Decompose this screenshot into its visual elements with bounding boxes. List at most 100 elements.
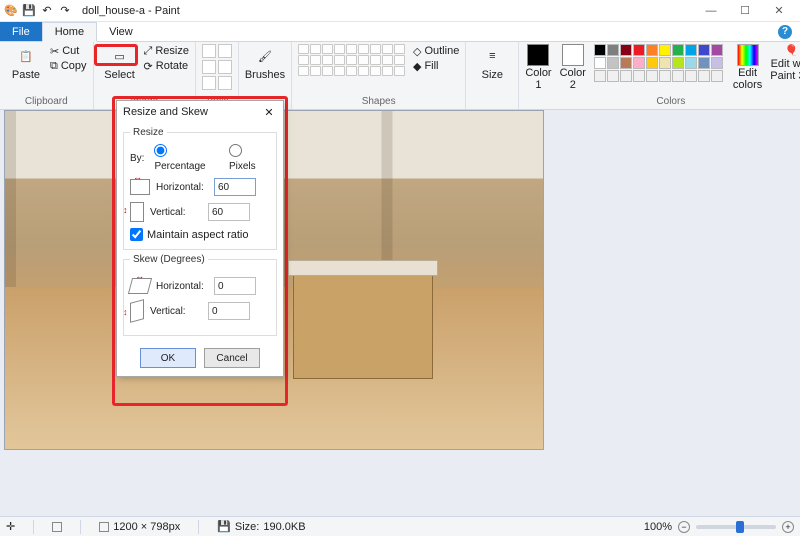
dialog-close-icon[interactable]: ✕: [261, 106, 277, 119]
group-clipboard: 📋 Paste ✂Cut ⧉Copy Clipboard: [0, 42, 94, 109]
tab-home[interactable]: Home: [42, 22, 97, 42]
save-icon[interactable]: 💾: [22, 4, 36, 18]
group-brushes: 🖌 Brushes: [239, 42, 292, 109]
edit-colors-button[interactable]: Edit colors: [733, 44, 762, 91]
palette-swatch[interactable]: [620, 57, 632, 69]
palette-swatch[interactable]: [620, 70, 632, 82]
edit-colors-icon: [737, 44, 759, 66]
cancel-button[interactable]: Cancel: [204, 348, 260, 368]
maximize-button[interactable]: ☐: [728, 0, 762, 22]
radio-percentage[interactable]: Percentage: [154, 144, 219, 172]
brush-icon: 🖌: [252, 44, 278, 68]
skew-horizontal-input[interactable]: [214, 277, 256, 295]
undo-icon[interactable]: ↶: [40, 4, 54, 18]
selection-icon: [52, 522, 62, 532]
palette-swatch[interactable]: [620, 44, 632, 56]
document-name: doll_house-a: [82, 5, 145, 17]
palette-swatch[interactable]: [672, 70, 684, 82]
fill-icon: ◆: [413, 60, 421, 73]
close-button[interactable]: ✕: [762, 0, 796, 22]
resize-h-icon: ↔: [130, 179, 150, 195]
palette-swatch[interactable]: [698, 57, 710, 69]
palette-swatch[interactable]: [698, 70, 710, 82]
palette-swatch[interactable]: [607, 70, 619, 82]
palette-swatch[interactable]: [633, 70, 645, 82]
palette-swatch[interactable]: [659, 57, 671, 69]
tool-grid[interactable]: [202, 44, 232, 90]
resize-horizontal-input[interactable]: [214, 178, 256, 196]
resize-vertical-input[interactable]: [208, 203, 250, 221]
shape-gallery[interactable]: [298, 44, 405, 76]
shape-fill-button[interactable]: ◆Fill: [413, 59, 459, 73]
radio-pixels[interactable]: Pixels: [229, 144, 270, 172]
palette-swatch[interactable]: [594, 57, 606, 69]
paste-button[interactable]: 📋 Paste: [6, 44, 46, 81]
select-button[interactable]: ▭ Select: [100, 44, 140, 81]
shape-outline-button[interactable]: ◇Outline: [413, 44, 459, 58]
window-controls: — ☐ ✕: [694, 0, 796, 22]
palette-swatch[interactable]: [594, 70, 606, 82]
quick-access-toolbar: 🎨 💾 ↶ ↷: [4, 4, 72, 18]
copy-button[interactable]: ⧉Copy: [50, 59, 87, 73]
palette-swatch[interactable]: [607, 57, 619, 69]
dialog-titlebar[interactable]: Resize and Skew ✕: [117, 101, 283, 123]
palette-swatch[interactable]: [711, 44, 723, 56]
app-icon: 🎨: [4, 4, 18, 18]
palette-swatch[interactable]: [594, 44, 606, 56]
title-bar: 🎨 💾 ↶ ↷ doll_house-a - Paint — ☐ ✕: [0, 0, 800, 22]
size-icon: ≡: [479, 44, 505, 68]
palette-swatch[interactable]: [646, 70, 658, 82]
palette-swatch[interactable]: [607, 44, 619, 56]
outline-icon: ◇: [413, 45, 421, 58]
palette-swatch[interactable]: [685, 44, 697, 56]
palette-swatch[interactable]: [711, 57, 723, 69]
tab-file[interactable]: File: [0, 22, 42, 41]
palette-swatch[interactable]: [711, 70, 723, 82]
rotate-icon: ⟳: [144, 60, 153, 73]
color1-button[interactable]: Color 1: [525, 44, 551, 91]
palette-swatch[interactable]: [646, 57, 658, 69]
resize-button[interactable]: ⤢Resize: [144, 44, 189, 58]
dialog-title: Resize and Skew: [123, 106, 208, 118]
crosshair-icon: ✛: [6, 520, 15, 533]
palette-swatch[interactable]: [698, 44, 710, 56]
file-size: 💾Size: 190.0KB: [217, 520, 305, 533]
app-name: Paint: [155, 5, 180, 17]
palette-swatch[interactable]: [685, 57, 697, 69]
skew-vertical-input[interactable]: [208, 302, 250, 320]
palette-swatch[interactable]: [633, 57, 645, 69]
zoom-slider[interactable]: [696, 525, 776, 529]
maintain-aspect-checkbox[interactable]: Maintain aspect ratio: [130, 228, 270, 241]
ok-button[interactable]: OK: [140, 348, 196, 368]
group-size: ≡ Size: [466, 42, 519, 109]
palette-swatch[interactable]: [672, 44, 684, 56]
cut-button[interactable]: ✂Cut: [50, 44, 87, 58]
color1-swatch: [527, 44, 549, 66]
palette-swatch[interactable]: [646, 44, 658, 56]
size-button[interactable]: ≡ Size: [472, 44, 512, 81]
redo-icon[interactable]: ↷: [58, 4, 72, 18]
zoom-in-button[interactable]: +: [782, 521, 794, 533]
zoom-level: 100%: [644, 521, 672, 533]
dimensions-icon: [99, 522, 109, 532]
group-tools: Tools: [196, 42, 239, 109]
help-icon: ?: [778, 25, 792, 39]
zoom-out-button[interactable]: −: [678, 521, 690, 533]
brushes-button[interactable]: 🖌 Brushes: [245, 44, 285, 81]
disk-icon: 💾: [217, 520, 231, 533]
palette-swatch[interactable]: [633, 44, 645, 56]
palette-swatch[interactable]: [659, 70, 671, 82]
help-button[interactable]: ?: [770, 22, 800, 41]
minimize-button[interactable]: —: [694, 0, 728, 22]
skew-v-icon: ↕: [130, 299, 144, 323]
resize-skew-dialog: Resize and Skew ✕ Resize By: Percentage …: [116, 100, 284, 377]
palette-swatch[interactable]: [685, 70, 697, 82]
color-palette[interactable]: [594, 44, 723, 82]
tab-view[interactable]: View: [97, 22, 145, 41]
rotate-button[interactable]: ⟳Rotate: [144, 59, 189, 73]
color2-button[interactable]: Color 2: [560, 44, 586, 91]
palette-swatch[interactable]: [659, 44, 671, 56]
group-shapes: ◇Outline ◆Fill Shapes: [292, 42, 466, 109]
paint3d-button[interactable]: 🎈 Edit with Paint 3D: [770, 44, 800, 82]
palette-swatch[interactable]: [672, 57, 684, 69]
